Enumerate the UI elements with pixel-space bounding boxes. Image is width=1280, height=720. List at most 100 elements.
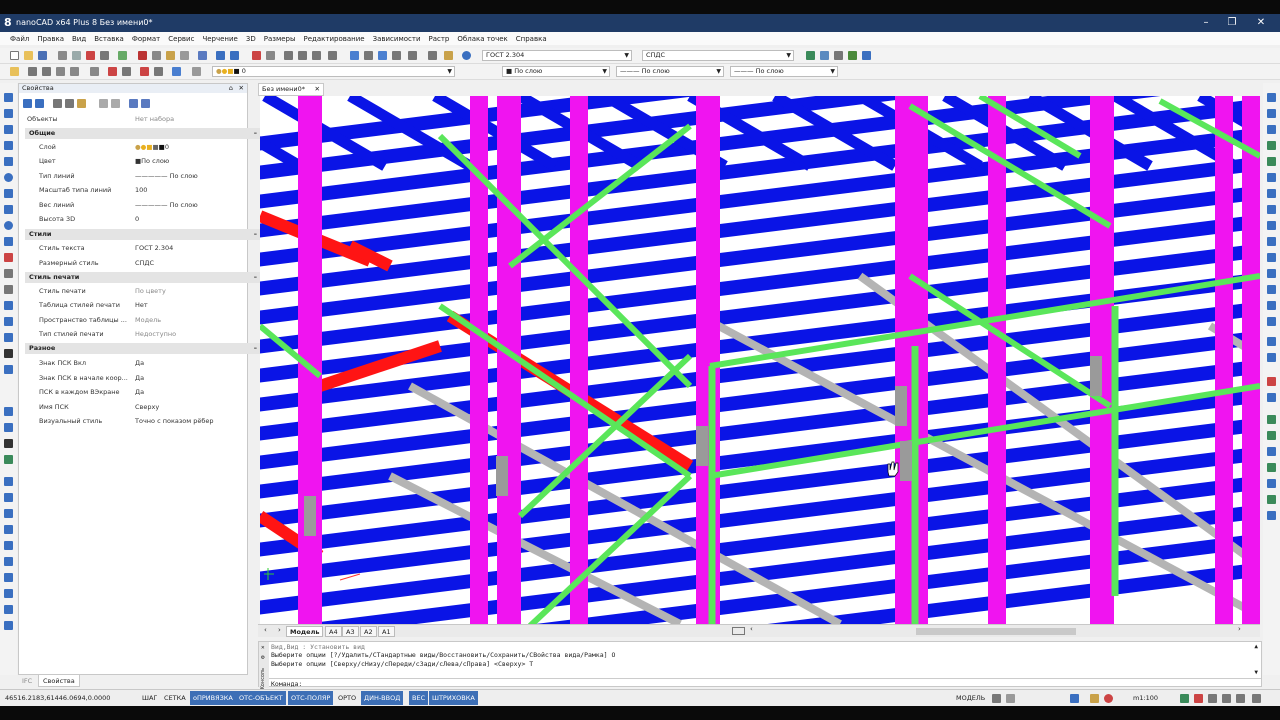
link-icon[interactable]: [862, 51, 871, 60]
menu-service[interactable]: Сервис: [168, 35, 194, 43]
tab-a4[interactable]: A4: [325, 626, 342, 637]
layer-lock-icon[interactable]: [90, 67, 99, 76]
extend-icon[interactable]: [4, 573, 13, 582]
clean-screen-icon[interactable]: [1208, 694, 1217, 703]
move-icon[interactable]: [4, 493, 13, 502]
property-row[interactable]: Стиль печати По цвету: [25, 284, 245, 298]
workspace-icon[interactable]: [1180, 694, 1189, 703]
copy-icon[interactable]: [152, 51, 161, 60]
line-icon[interactable]: [4, 93, 13, 102]
menu-point-clouds[interactable]: Облака точек: [457, 35, 507, 43]
property-row[interactable]: Размерный стиль СПДС: [25, 256, 245, 270]
light-icon[interactable]: [1267, 393, 1276, 402]
gradient-icon[interactable]: [4, 301, 13, 310]
trim-icon[interactable]: [4, 557, 13, 566]
hatch-icon[interactable]: [4, 285, 13, 294]
layer-delete-icon[interactable]: [108, 67, 117, 76]
lineweight-dropdown[interactable]: ——— По слою ▼: [730, 66, 838, 77]
diameter-icon[interactable]: [1267, 269, 1276, 278]
toggle-hatch[interactable]: ШТРИХОВКА: [429, 691, 478, 705]
color-dropdown[interactable]: ■ По слою ▼: [502, 66, 610, 77]
tool-palette-icon[interactable]: [378, 51, 387, 60]
lock-ui-icon[interactable]: [1006, 694, 1015, 703]
ellipse-arc-icon[interactable]: [4, 237, 13, 246]
scale-1-2-icon[interactable]: [1267, 205, 1276, 214]
zoom-realtime-icon[interactable]: [266, 51, 275, 60]
menu-modify[interactable]: Редактирование: [304, 35, 365, 43]
spline-icon[interactable]: [4, 205, 13, 214]
model-viewport[interactable]: [260, 96, 1260, 624]
toggle-polar[interactable]: ОТС-ПОЛЯР: [288, 691, 334, 705]
tab-a3[interactable]: A3: [342, 626, 359, 637]
pin-icon[interactable]: ⌂: [229, 84, 233, 93]
fillet-icon[interactable]: [4, 621, 13, 630]
section-styles[interactable]: Стили –: [25, 229, 263, 240]
zoom-in-icon[interactable]: [328, 51, 337, 60]
property-row[interactable]: Вес линий ————— По слою: [25, 198, 245, 212]
zoom-previous-icon[interactable]: [312, 51, 321, 60]
plot-icon[interactable]: [100, 51, 109, 60]
maximize-icon[interactable]: ❐: [1219, 14, 1245, 32]
linetype-dropdown[interactable]: ——— По слою ▼: [616, 66, 724, 77]
close-icon[interactable]: ✕: [1248, 14, 1274, 32]
property-row[interactable]: Знак ПСК Вкл Да: [25, 356, 245, 370]
layer-previous-icon[interactable]: [28, 67, 37, 76]
scroll-right-icon[interactable]: ›: [278, 626, 281, 634]
angle-icon[interactable]: [1267, 237, 1276, 246]
rectangle-icon[interactable]: [4, 141, 13, 150]
camera-icon[interactable]: [1267, 447, 1276, 456]
property-row[interactable]: Визуальный стиль Точно с показом рёбер: [25, 414, 245, 428]
circle-icon[interactable]: [4, 173, 13, 182]
print-icon[interactable]: [58, 51, 67, 60]
layer-dropdown[interactable]: ●●■■ 0 ▼: [212, 66, 455, 77]
sheet-set-icon[interactable]: [392, 51, 401, 60]
view-bottom-icon[interactable]: [1267, 109, 1276, 118]
scroll-left-icon[interactable]: ‹: [264, 626, 267, 634]
zoom-extents-icon[interactable]: [298, 51, 307, 60]
property-row[interactable]: Тип линий ————— По слою: [25, 169, 245, 183]
toggle-otrack[interactable]: ОТС-ОБЪЕКТ: [236, 691, 286, 705]
view-left-icon[interactable]: [1267, 125, 1276, 134]
dim-update-icon[interactable]: [1267, 353, 1276, 362]
match-properties-icon[interactable]: [180, 51, 189, 60]
polygon-icon[interactable]: [4, 125, 13, 134]
property-row[interactable]: Знак ПСК в начале коор... Да: [25, 371, 245, 385]
property-row[interactable]: Высота 3D 0: [25, 212, 245, 226]
section-plane-icon[interactable]: [1267, 495, 1276, 504]
open-file-icon[interactable]: [24, 51, 33, 60]
undo-icon[interactable]: [216, 51, 225, 60]
print-preview-icon[interactable]: [72, 51, 81, 60]
point-icon[interactable]: [4, 269, 13, 278]
menu-raster[interactable]: Растр: [429, 35, 450, 43]
offset-icon[interactable]: [4, 455, 13, 464]
join-icon[interactable]: [4, 605, 13, 614]
coordinates-readout[interactable]: 46516.2183,61446.0694,0.0000: [2, 691, 113, 705]
block-icon[interactable]: [4, 253, 13, 262]
scale-icon[interactable]: [4, 525, 13, 534]
quick-select-icon[interactable]: [35, 99, 44, 108]
property-row[interactable]: Стиль текста ГОСТ 2.304: [25, 241, 245, 255]
property-row[interactable]: ПСК в каждом ВЭкране Да: [25, 385, 245, 399]
brush-icon[interactable]: [198, 51, 207, 60]
menu-file[interactable]: Файл: [10, 35, 29, 43]
light-bulb-icon[interactable]: [1090, 694, 1099, 703]
filter-icon[interactable]: [53, 99, 62, 108]
ellipse-icon[interactable]: [4, 221, 13, 230]
multileader-icon[interactable]: [834, 51, 843, 60]
property-row[interactable]: Пространство таблицы ... Модель: [25, 313, 245, 327]
properties-toggle-icon[interactable]: [350, 51, 359, 60]
toggle-grid[interactable]: СЕТКА: [161, 691, 189, 705]
grid-view-icon[interactable]: [129, 99, 138, 108]
property-row[interactable]: Цвет ■По слою: [25, 154, 245, 168]
view-front-icon[interactable]: [1267, 157, 1276, 166]
tab-a1[interactable]: A1: [378, 626, 395, 637]
property-row[interactable]: Тип стилей печати Недоступно: [25, 327, 245, 341]
menu-draw[interactable]: Черчение: [202, 35, 237, 43]
close-icon[interactable]: ✕: [239, 84, 244, 93]
property-row[interactable]: Имя ПСК Сверху: [25, 400, 245, 414]
close-tab-icon[interactable]: ✕: [315, 84, 320, 95]
isolate-icon[interactable]: [1104, 694, 1113, 703]
arc-icon[interactable]: [4, 157, 13, 166]
render-icon[interactable]: [1267, 377, 1276, 386]
tab-model[interactable]: Модель: [286, 626, 324, 637]
